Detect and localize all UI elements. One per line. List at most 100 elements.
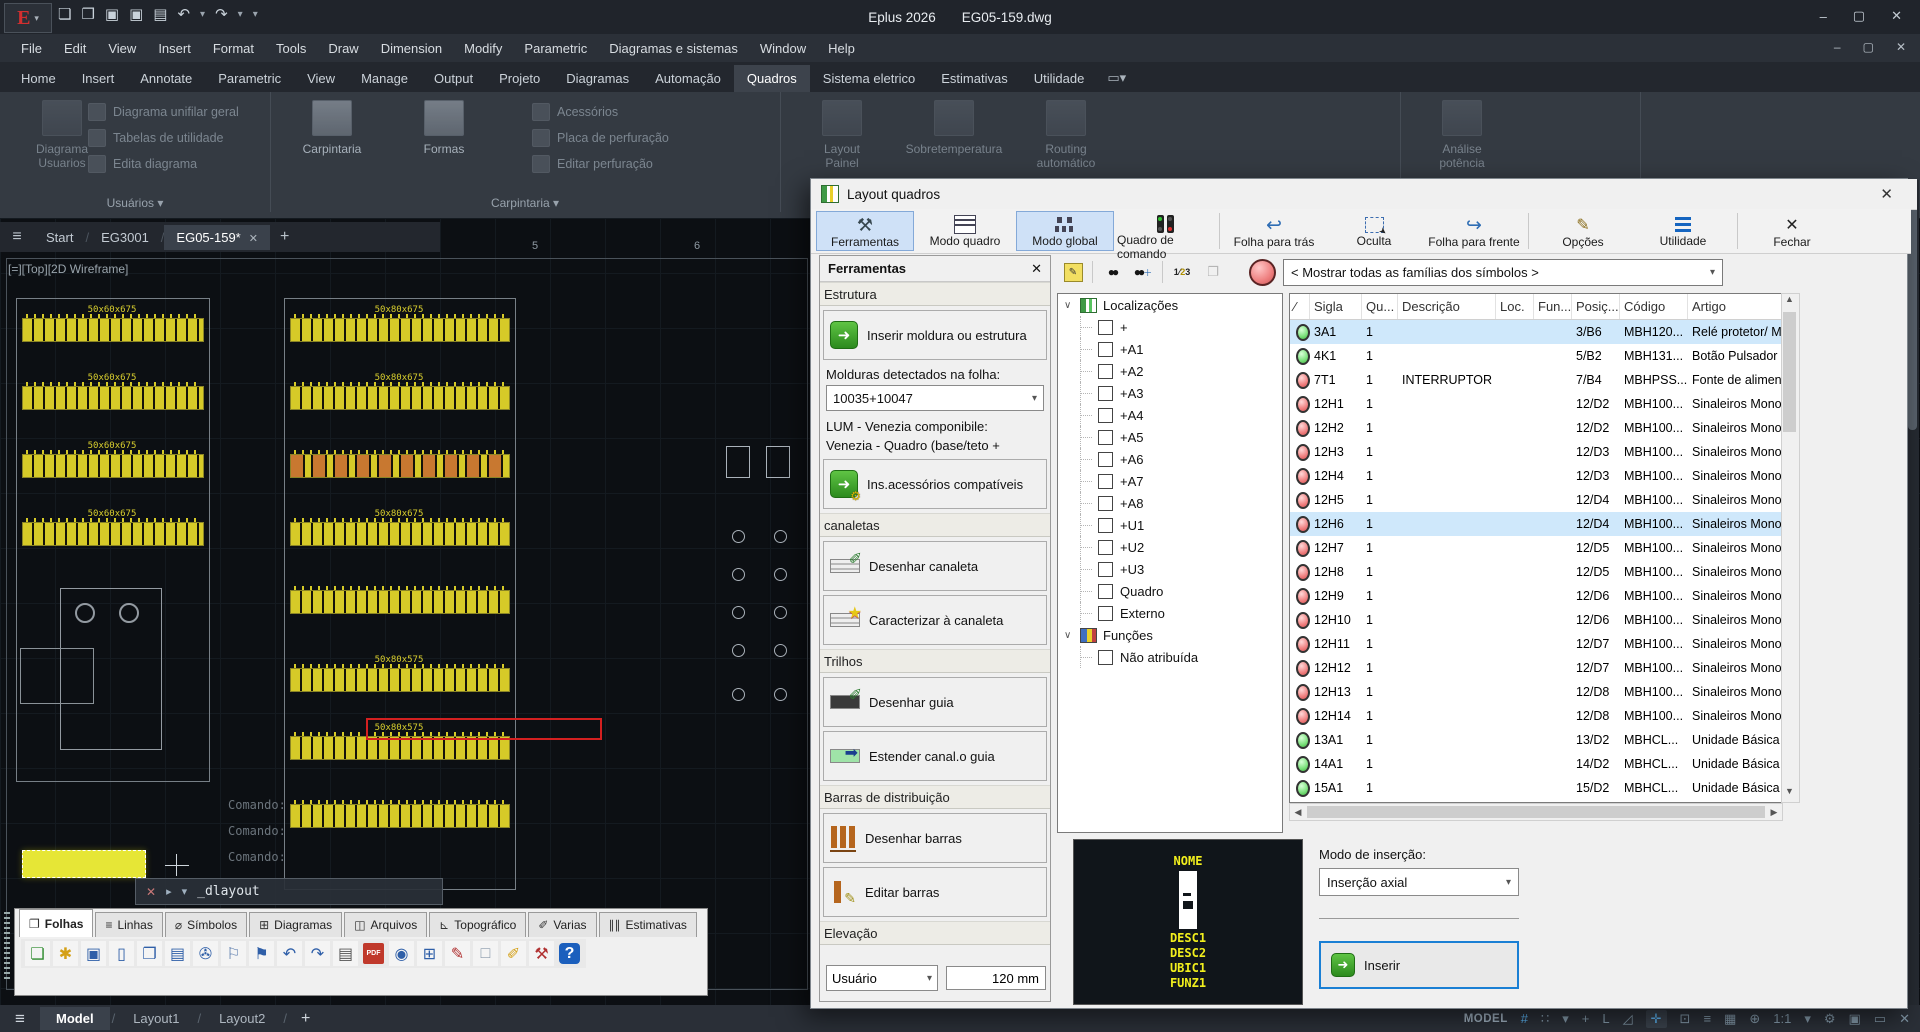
- lineweight-icon[interactable]: ≡: [1703, 1011, 1711, 1026]
- paste-icon[interactable]: ❐: [1201, 260, 1225, 284]
- table-row[interactable]: 12H6112/D4MBH100...Sinaleiros Monobl: [1290, 512, 1782, 536]
- new-layout-icon[interactable]: +: [289, 1010, 322, 1028]
- column-header-qu[interactable]: Qu...: [1362, 294, 1398, 319]
- layout-tab-layout1[interactable]: Layout1: [117, 1007, 195, 1030]
- tree-item-a8[interactable]: +A8: [1058, 492, 1282, 514]
- pencil-box-icon[interactable]: ✎: [445, 941, 470, 966]
- ribbon-overflow-icon[interactable]: ▭▾: [1097, 64, 1136, 92]
- status-model-label[interactable]: MODEL: [1464, 1013, 1508, 1025]
- viewport-label[interactable]: [=][Top][2D Wireframe]: [8, 262, 128, 276]
- toolbar-fechar[interactable]: ✕Fechar: [1743, 211, 1841, 251]
- menu-help[interactable]: Help: [817, 37, 866, 60]
- ribbon-item-edita-diagrama[interactable]: Edita diagrama: [88, 152, 197, 176]
- column-header-posi[interactable]: Posiç...: [1572, 294, 1620, 319]
- annotate-icon[interactable]: ✎: [1061, 260, 1085, 284]
- undo-icon[interactable]: ↶: [177, 5, 190, 23]
- workspace-icon[interactable]: ⚙: [1824, 1011, 1836, 1027]
- elevation-value-field[interactable]: 120 mm: [946, 966, 1046, 990]
- tree-root-funes[interactable]: ∨Funções: [1058, 624, 1282, 646]
- redo-icon[interactable]: ↷: [215, 5, 228, 23]
- layout-tab-model[interactable]: Model: [40, 1007, 110, 1030]
- undo-icon[interactable]: ↶: [277, 941, 302, 966]
- checkbox-unchecked[interactable]: [1098, 320, 1113, 335]
- table-row[interactable]: 12H12112/D7MBH100...Sinaleiros Monobl: [1290, 656, 1782, 680]
- toolbar-folha-para-frente[interactable]: ↪Folha para frente: [1425, 211, 1523, 251]
- search-add-icon[interactable]: ●●＋: [1131, 260, 1155, 284]
- annotation-icon[interactable]: ▣: [1849, 1011, 1861, 1027]
- hamburger-icon[interactable]: ≡: [0, 228, 34, 246]
- grid-icon[interactable]: #: [1521, 1011, 1528, 1026]
- units-caret-icon[interactable]: ▾: [1804, 1011, 1811, 1027]
- checkbox-unchecked[interactable]: [1098, 364, 1113, 379]
- characterize-duct-button[interactable]: ★ Caracterizar à canaleta: [823, 595, 1047, 645]
- checkbox-unchecked[interactable]: [1098, 650, 1113, 665]
- table-row[interactable]: 12H8112/D5MBH100...Sinaleiros Monobl: [1290, 560, 1782, 584]
- menu-tools[interactable]: Tools: [265, 37, 317, 60]
- menu-format[interactable]: Format: [202, 37, 265, 60]
- ribbon-bigbutton-carpintaria[interactable]: Carpintaria: [278, 98, 386, 156]
- preview-icon[interactable]: ◉: [389, 941, 414, 966]
- selectioncycling-icon[interactable]: ⊕: [1749, 1011, 1760, 1027]
- ribbon-tab-output[interactable]: Output: [421, 65, 486, 92]
- ribbon-tab-quadros[interactable]: Quadros: [734, 65, 810, 92]
- ribbon-panel-caption[interactable]: Usuários ▾: [0, 196, 270, 210]
- ortho-icon[interactable]: L: [1602, 1011, 1609, 1026]
- dock-tab-linhas[interactable]: ≡Linhas: [95, 912, 162, 937]
- insert-accessories-button[interactable]: ➜ Ins.acessórios compatíveis: [823, 459, 1047, 509]
- command-tools-icon[interactable]: ▸: [166, 885, 172, 898]
- scrollbar-thumb[interactable]: [1783, 312, 1796, 432]
- checkbox-unchecked[interactable]: [1098, 342, 1113, 357]
- table-row[interactable]: 12H3112/D3MBH100...Sinaleiros Monobl: [1290, 440, 1782, 464]
- table-vertical-scrollbar[interactable]: ▲ ▼: [1781, 293, 1800, 803]
- ribbon-panel-caption[interactable]: Carpintaria ▾: [270, 196, 780, 210]
- insert-frame-button[interactable]: ➜ Inserir moldura ou estrutura: [823, 310, 1047, 360]
- checkbox-unchecked[interactable]: [1098, 386, 1113, 401]
- save-all-icon[interactable]: ▣: [81, 941, 106, 966]
- tree-item-u1[interactable]: +U1: [1058, 514, 1282, 536]
- units-icon[interactable]: 1:1: [1773, 1011, 1791, 1026]
- ribbon-bigbutton-layout[interactable]: LayoutPainel: [788, 98, 896, 170]
- dialog-title-bar[interactable]: Layout quadros: [811, 179, 1917, 210]
- table-row[interactable]: 3A113/B6MBH120...Relé protetor/ Mc: [1290, 320, 1782, 344]
- table-horizontal-scrollbar[interactable]: ◀ ▶: [1289, 803, 1783, 821]
- checkbox-unchecked[interactable]: [1098, 408, 1113, 423]
- table-row[interactable]: 15A1115/D2MBHCL...Unidade Básica W: [1290, 776, 1782, 800]
- tree-item-u3[interactable]: +U3: [1058, 558, 1282, 580]
- renumber-icon[interactable]: 1⁄23: [1170, 260, 1194, 284]
- tree-item-a7[interactable]: +A7: [1058, 470, 1282, 492]
- ribbon-tab-insert[interactable]: Insert: [69, 65, 128, 92]
- checkbox-unchecked[interactable]: [1098, 518, 1113, 533]
- dock-tab-folhas[interactable]: ❐Folhas: [19, 909, 93, 937]
- table-row[interactable]: 12H9112/D6MBH100...Sinaleiros Monobl: [1290, 584, 1782, 608]
- tree-root-localizaes[interactable]: ∨Localizações: [1058, 294, 1282, 316]
- tools-icon[interactable]: ⚒: [529, 941, 554, 966]
- frames-combobox[interactable]: 10035+10047▾: [826, 385, 1044, 411]
- family-filter-combobox[interactable]: < Mostrar todas as famílias dos símbolos…: [1283, 259, 1723, 286]
- table-row[interactable]: 14A1114/D2MBHCL...Unidade Básica W: [1290, 752, 1782, 776]
- palette-close-icon[interactable]: ✕: [1031, 261, 1042, 277]
- chevron-expanded-icon[interactable]: ∨: [1064, 630, 1074, 641]
- ribbon-tab-automação[interactable]: Automação: [642, 65, 734, 92]
- elevation-mode-combobox[interactable]: Usuário▾: [826, 965, 938, 991]
- tree-item-a3[interactable]: +A3: [1058, 382, 1282, 404]
- chevron-expanded-icon[interactable]: ∨: [1064, 300, 1074, 311]
- menu-modify[interactable]: Modify: [453, 37, 513, 60]
- command-prompt[interactable]: _dlayout: [197, 884, 260, 899]
- pdf-icon[interactable]: PDF: [363, 943, 384, 964]
- help-icon[interactable]: ?: [559, 943, 580, 964]
- bookmark-icon[interactable]: ⚑: [249, 941, 274, 966]
- dock-tab-estimativas[interactable]: ∥∥Estimativas: [599, 912, 697, 937]
- dock-tab-diagramas[interactable]: ⊞Diagramas: [249, 912, 342, 937]
- ribbon-tab-annotate[interactable]: Annotate: [127, 65, 205, 92]
- menu-dimension[interactable]: Dimension: [370, 37, 453, 60]
- close-icon[interactable]: ✕: [1891, 8, 1902, 24]
- ribbon-tab-sistema-eletrico[interactable]: Sistema eletrico: [810, 65, 928, 92]
- table-row[interactable]: 12H7112/D5MBH100...Sinaleiros Monobl: [1290, 536, 1782, 560]
- tree-item-a5[interactable]: +A5: [1058, 426, 1282, 448]
- ribbon-bigbutton-formas[interactable]: Formas: [390, 98, 498, 156]
- checkbox-unchecked[interactable]: [1098, 430, 1113, 445]
- doc-close-icon[interactable]: ✕: [1896, 40, 1906, 54]
- close-tab-icon[interactable]: ✕: [249, 233, 258, 245]
- blank-icon[interactable]: □: [473, 941, 498, 966]
- checkbox-unchecked[interactable]: [1098, 606, 1113, 621]
